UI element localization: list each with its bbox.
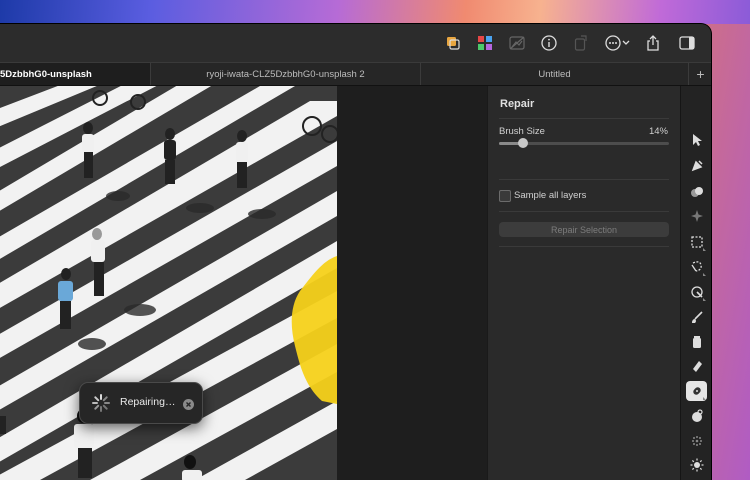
image-mask-icon[interactable] (508, 34, 526, 52)
blur-icon[interactable] (686, 431, 707, 451)
divider (499, 211, 669, 212)
tab-document-1[interactable]: 5DzbbhG0-unsplash (0, 63, 151, 85)
tab-label: 5DzbbhG0-unsplash (0, 68, 92, 80)
brush-icon[interactable] (686, 308, 707, 328)
sample-all-layers-checkbox[interactable] (499, 190, 511, 202)
tab-label: Untitled (538, 68, 571, 80)
sample-all-layers-label: Sample all layers (514, 190, 587, 201)
sidebar-toggle-icon[interactable] (678, 34, 696, 52)
tab-label: ryoji-iwata-CLZ5DzbbhG0-unsplash 2 (206, 68, 365, 80)
color-adjust-icon[interactable] (686, 182, 707, 202)
app-window: 5DzbbhG0-unsplash ryoji-iwata-CLZ5DzbbhG… (0, 24, 711, 480)
slider-knob[interactable] (517, 138, 528, 148)
toolbar (0, 24, 711, 63)
share-icon[interactable] (644, 34, 662, 52)
tool-strip (680, 86, 711, 480)
more-icon[interactable] (604, 34, 632, 52)
divider (499, 179, 669, 180)
pointer-icon[interactable] (686, 130, 707, 150)
submenu-indicator (703, 397, 706, 400)
submenu-indicator (703, 298, 706, 301)
panel-title: Repair (500, 98, 535, 110)
color-swatch-icon[interactable] (476, 34, 494, 52)
repair-selection-button[interactable]: Repair Selection (499, 222, 669, 237)
lasso-icon[interactable] (686, 257, 707, 277)
tab-document-2[interactable]: ryoji-iwata-CLZ5DzbbhG0-unsplash 2 (151, 63, 421, 85)
toast-label: Repairing… (120, 396, 176, 408)
new-tab-button[interactable]: + (688, 63, 711, 85)
clone-icon[interactable] (686, 406, 707, 426)
close-icon[interactable] (183, 397, 194, 415)
tab-bar: 5DzbbhG0-unsplash ryoji-iwata-CLZ5DzbbhG… (0, 63, 711, 86)
layers-icon[interactable] (444, 34, 462, 52)
repairing-toast: Repairing… (79, 382, 203, 424)
paint-bucket-icon[interactable] (686, 332, 707, 352)
canvas-area[interactable]: Repairing… (0, 86, 487, 480)
brush-size-value: 14% (648, 126, 668, 137)
spinner-icon (91, 393, 111, 418)
rect-select-icon[interactable] (686, 232, 707, 252)
submenu-indicator (703, 273, 706, 276)
repair-panel: Repair Brush Size 14% Sample all layers … (487, 86, 680, 480)
pen-icon[interactable] (686, 156, 707, 176)
divider (499, 246, 669, 247)
plus-icon: + (696, 66, 705, 82)
info-icon[interactable] (540, 34, 558, 52)
submenu-indicator (703, 248, 706, 251)
sun-icon[interactable] (686, 455, 707, 475)
eraser-icon[interactable] (686, 356, 707, 376)
sparkle-icon[interactable] (686, 206, 707, 226)
export-icon[interactable] (572, 34, 590, 52)
divider (499, 118, 669, 119)
tab-document-3[interactable]: Untitled (421, 63, 689, 85)
repair-icon[interactable] (686, 381, 707, 401)
desktop-wallpaper (0, 0, 750, 24)
brush-size-slider[interactable] (499, 138, 669, 148)
magic-wand-icon[interactable] (686, 282, 707, 302)
brush-size-label: Brush Size (499, 126, 545, 137)
